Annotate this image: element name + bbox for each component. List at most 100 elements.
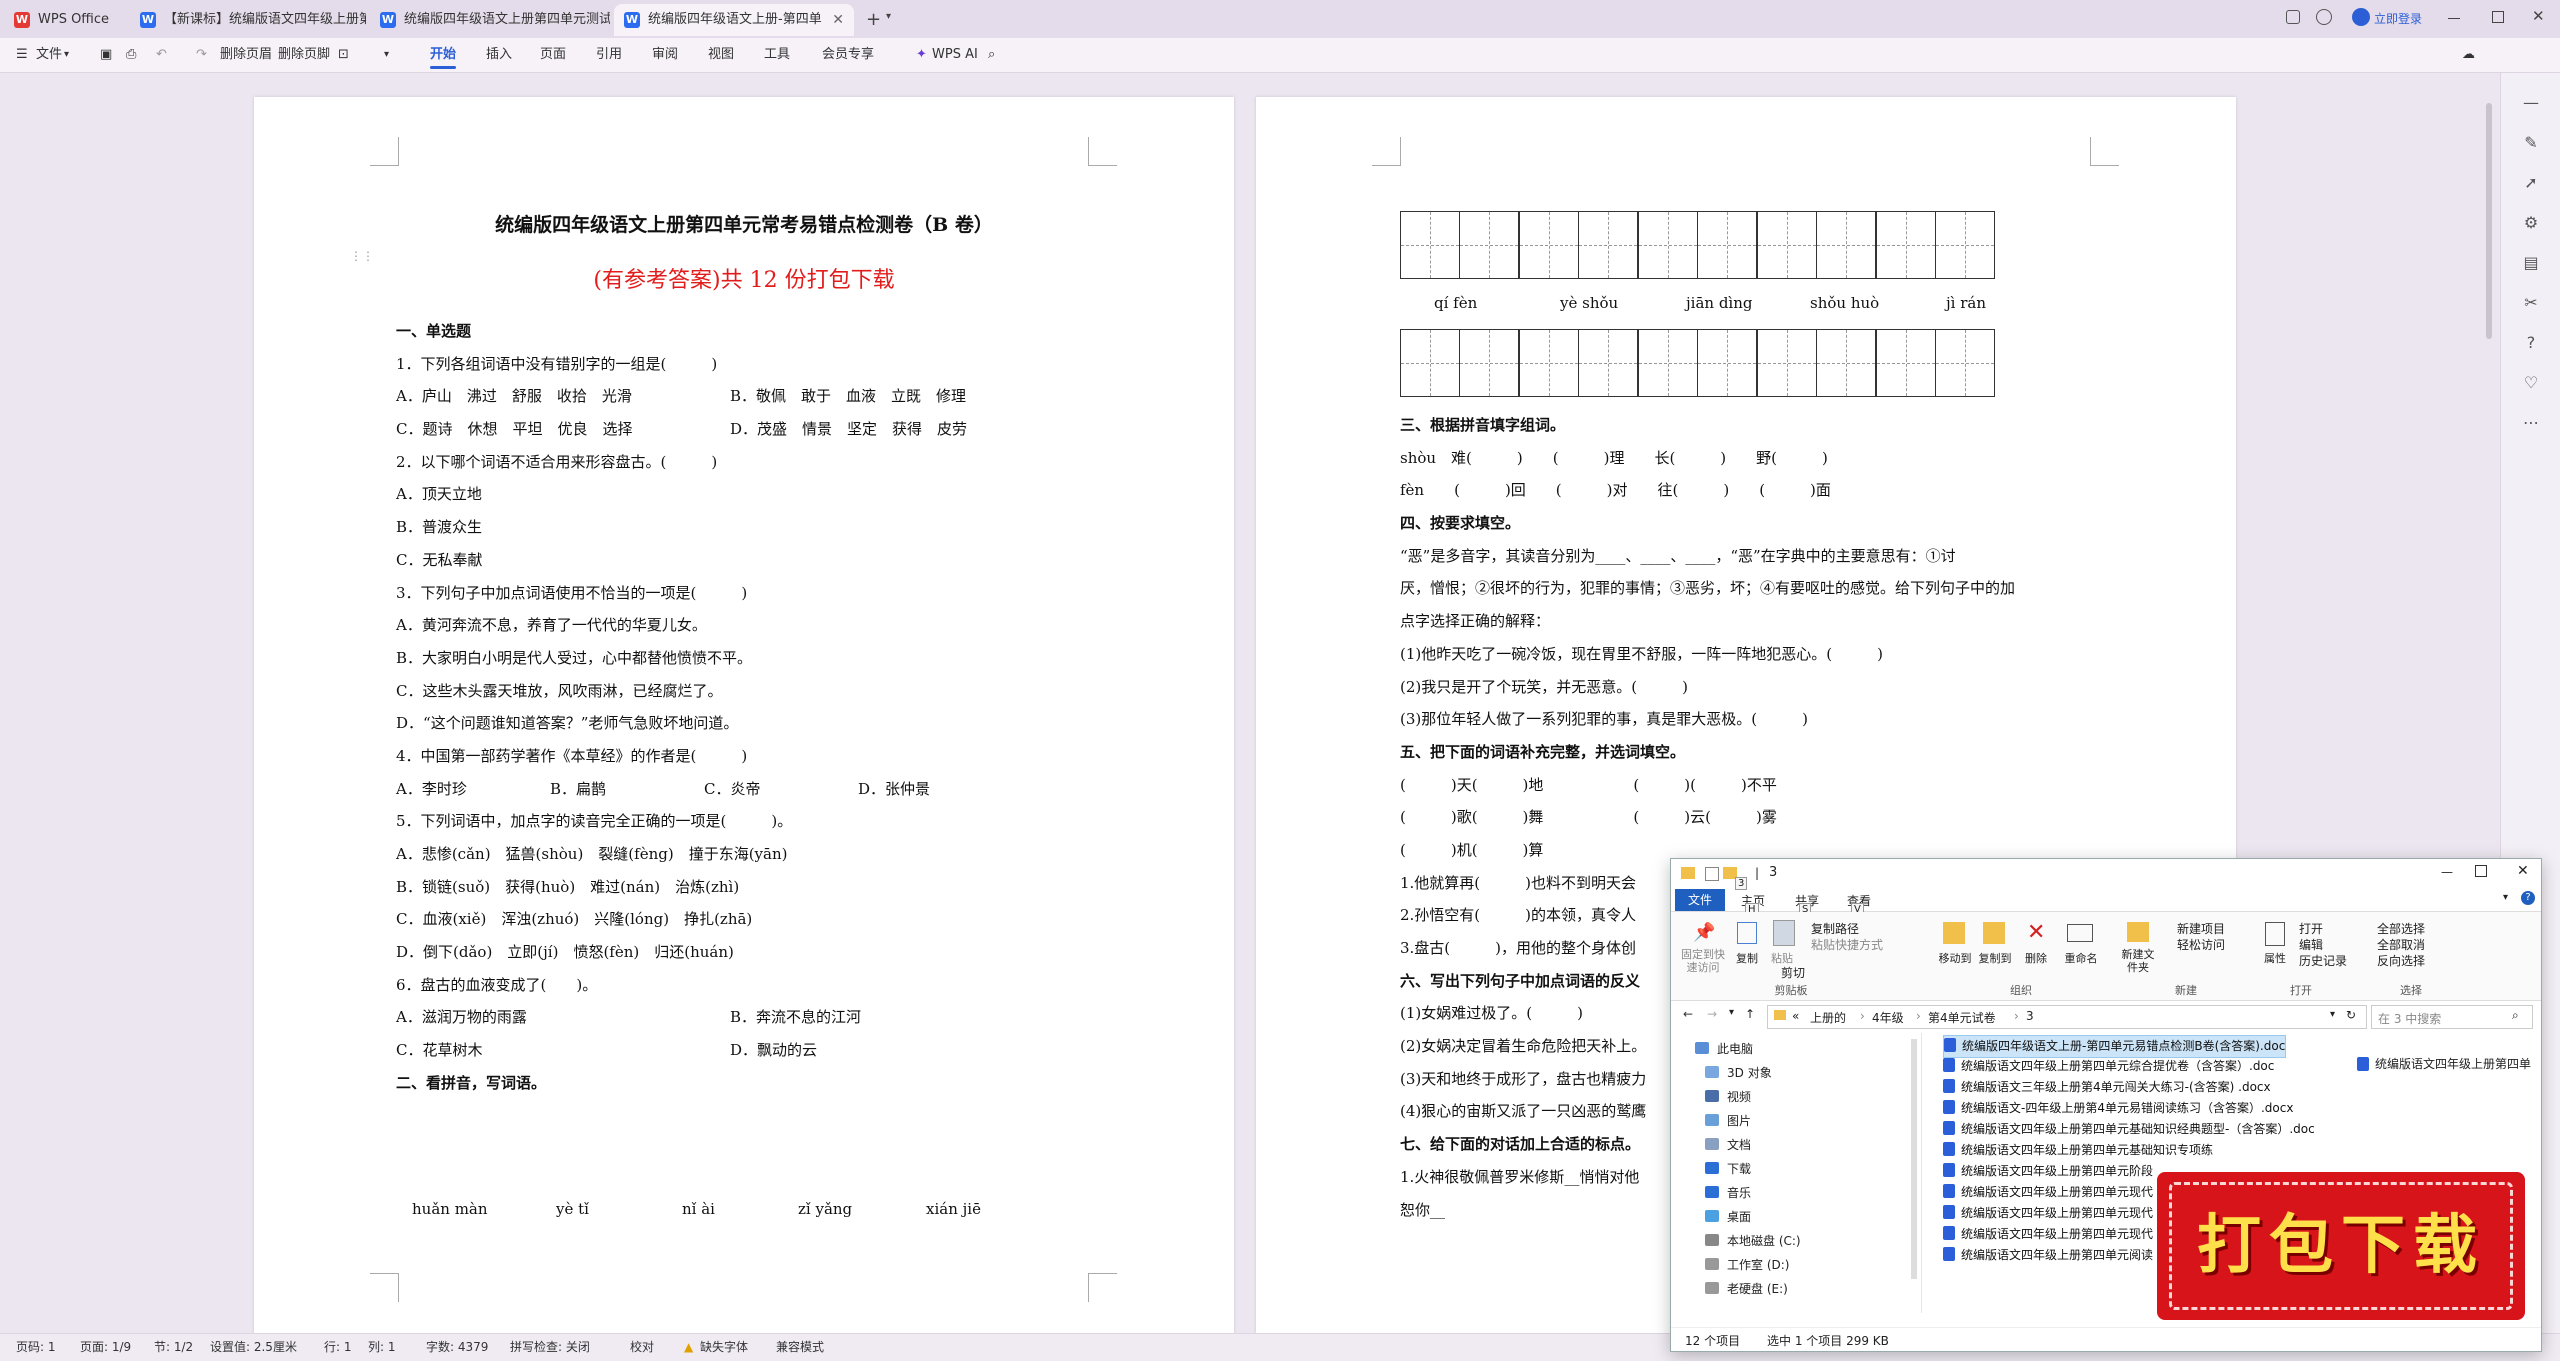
menu-tab-home[interactable]: 开始 (430, 38, 457, 72)
menu-tab-insert[interactable]: 插入 (486, 38, 512, 72)
wps-ai-button[interactable]: WPS AI (932, 38, 978, 72)
close-icon[interactable]: ✕ (2517, 863, 2529, 879)
menu-tab-tools[interactable]: 工具 (764, 38, 790, 72)
save-icon[interactable]: ▣ (100, 38, 112, 72)
file-item[interactable]: 统编版语文四年级上册第四单元综合提优卷（含答案）.doc (1943, 1056, 2274, 1077)
delete-button[interactable]: 删除 (2021, 950, 2051, 966)
copy-to-icon[interactable] (1983, 922, 2005, 944)
history-button[interactable]: 历史记录 (2299, 952, 2347, 969)
search-icon[interactable]: ⌕ (988, 38, 995, 72)
tab-list-chevron-icon[interactable]: ▾ (886, 11, 891, 22)
minimize-icon[interactable] (2448, 18, 2460, 19)
breadcrumb-overflow[interactable]: « (1792, 1009, 1799, 1023)
properties-icon[interactable] (2265, 922, 2285, 946)
refresh-icon[interactable]: ↻ (2346, 1008, 2356, 1022)
vertical-scrollbar[interactable] (2486, 103, 2492, 339)
bookmark-icon[interactable]: ♡ (2521, 373, 2541, 393)
more-chevron-icon[interactable]: ▾ (384, 38, 389, 72)
cut-button[interactable]: 剪切 (1781, 964, 1805, 981)
minimize-icon[interactable]: — (2441, 865, 2453, 879)
expand-ribbon-icon[interactable]: ▾ (2503, 892, 2508, 903)
rename-button[interactable]: 重命名 (2061, 950, 2101, 966)
document-page-1[interactable]: ⋮⋮ 统编版四年级语文上册第四单元常考易错点检测卷（B 卷） (有参考答案)共 … (254, 97, 1234, 1333)
status-words[interactable]: 字数: 4379 (426, 1334, 488, 1361)
tools-icon[interactable]: ✂ (2521, 293, 2541, 313)
redo-icon[interactable]: ↷ (196, 38, 207, 72)
more-icon[interactable]: ⋯ (2521, 413, 2541, 433)
forward-icon[interactable]: → (1707, 1007, 1717, 1021)
status-page-code[interactable]: 页码: 1 (16, 1334, 56, 1361)
breadcrumb-item[interactable]: 第4单元试卷 (1928, 1009, 1996, 1026)
tab-doc-2[interactable]: W 统编版四年级语文上册第四单元测试 (370, 4, 610, 36)
move-to-button[interactable]: 移动到 (1937, 950, 1973, 966)
new-item-button[interactable]: 新建项目 (2177, 920, 2225, 937)
theme-icon[interactable] (2316, 9, 2332, 25)
file-item[interactable]: 统编版语文四年级上册第四单元现代 (1943, 1203, 2153, 1224)
wps-ai-icon[interactable]: ✦ (916, 38, 927, 72)
window-layout-icon[interactable] (2286, 10, 2300, 24)
drag-handle-icon[interactable]: ⋮⋮ (350, 249, 374, 263)
copy-path-button[interactable]: 复制路径 (1811, 920, 1859, 937)
invert-selection-button[interactable]: 反向选择 (2377, 952, 2425, 969)
close-window-icon[interactable]: ✕ (2532, 7, 2545, 25)
print-icon[interactable]: ⎙ (126, 38, 136, 72)
file-item[interactable]: 统编版语文四年级上册第四单元阶段 (1943, 1161, 2153, 1182)
pin-icon[interactable]: 📌 (1693, 922, 1715, 943)
status-row[interactable]: 行: 1 (324, 1334, 352, 1361)
cursor-icon[interactable]: ➚ (2521, 173, 2541, 193)
file-item[interactable]: 统编版语文四年级上册第四单元基础知识专项练 (1943, 1140, 2213, 1161)
file-item[interactable]: 统编版语文三年级上册第4单元闯关大练习-(含答案) .docx (1943, 1077, 2271, 1098)
layout-icon[interactable]: ▤ (2521, 253, 2541, 273)
delete-header-button[interactable]: 删除页眉 (220, 38, 272, 72)
help-icon[interactable]: ? (2521, 333, 2541, 353)
tab-doc-3-active[interactable]: W 统编版四年级语文上册-第四单 ✕ (614, 4, 854, 36)
maximize-icon[interactable] (2475, 865, 2487, 877)
new-folder-button[interactable]: 新建文件夹 (2117, 948, 2159, 974)
file-item[interactable]: 统编版语文四年级上册第四单元现代 (1943, 1224, 2153, 1245)
menu-tab-review[interactable]: 审阅 (652, 38, 678, 72)
status-compat-mode[interactable]: 兼容模式 (776, 1334, 824, 1361)
breadcrumb-item[interactable]: 4年级 (1872, 1009, 1904, 1026)
maximize-icon[interactable] (2492, 11, 2504, 23)
breadcrumb-current[interactable]: 3 (2026, 1009, 2034, 1023)
file-item[interactable]: 统编版语文-四年级上册第4单元易错阅读练习（含答案）.docx (1943, 1098, 2293, 1119)
search-icon[interactable]: ⌕ (2512, 1008, 2519, 1023)
format-icon[interactable]: ⊡ (338, 38, 349, 72)
select-none-button[interactable]: 全部取消 (2377, 936, 2425, 953)
pin-quick-access-button[interactable]: 固定到快速访问 (1677, 948, 1729, 974)
easy-access-button[interactable]: 轻松访问 (2177, 936, 2225, 953)
new-folder-icon[interactable] (2127, 922, 2149, 942)
file-menu[interactable]: 文件 (36, 38, 62, 72)
login-link[interactable]: 立即登录 (2374, 10, 2422, 27)
rename-icon[interactable] (2067, 924, 2093, 942)
up-icon[interactable]: ↑ (1745, 1007, 1755, 1021)
copy-to-button[interactable]: 复制到 (1977, 950, 2013, 966)
breadcrumb-item[interactable]: 上册的 (1810, 1009, 1846, 1026)
chevron-down-icon[interactable]: ▾ (64, 38, 69, 72)
menu-tab-member[interactable]: 会员专享 (822, 38, 874, 72)
collapse-icon[interactable]: — (2521, 93, 2541, 113)
delete-footer-button[interactable]: 删除页脚 (278, 38, 330, 72)
pen-icon[interactable]: ✎ (2521, 133, 2541, 153)
status-setting[interactable]: 设置值: 2.5厘米 (210, 1334, 297, 1361)
status-spellcheck[interactable]: 拼写检查: 关闭 (510, 1334, 590, 1361)
file-item[interactable]: 统编版语文四年级上册第四单元基础知识经典题型-（含答案）.doc (1943, 1119, 2315, 1140)
back-icon[interactable]: ← (1683, 1007, 1693, 1021)
paste-shortcut-button[interactable]: 粘贴快捷方式 (1811, 936, 1883, 953)
tab-doc-1[interactable]: W 【新课标】统编版语文四年级上册第 (130, 4, 366, 36)
new-tab-plus-icon[interactable]: + (866, 9, 881, 30)
properties-icon[interactable] (1705, 867, 1719, 881)
help-icon[interactable]: ? (2521, 891, 2535, 905)
file-item[interactable]: 统编版语文四年级上册第四单元现代 (1943, 1182, 2153, 1203)
recent-chevron-icon[interactable]: ▾ (1729, 1007, 1734, 1018)
menu-icon[interactable]: ☰ (16, 38, 28, 72)
search-box[interactable]: 在 3 中搜索 ⌕ (2371, 1005, 2533, 1029)
close-tab-icon[interactable]: ✕ (832, 4, 844, 36)
menu-tab-page[interactable]: 页面 (540, 38, 566, 72)
status-col[interactable]: 列: 1 (368, 1334, 396, 1361)
cloud-sync-icon[interactable]: ☁ (2462, 38, 2475, 72)
status-section[interactable]: 节: 1/2 (154, 1334, 193, 1361)
settings-icon[interactable]: ⚙ (2521, 213, 2541, 233)
select-all-button[interactable]: 全部选择 (2377, 920, 2425, 937)
address-dropdown-icon[interactable]: ▾ (2330, 1009, 2335, 1020)
